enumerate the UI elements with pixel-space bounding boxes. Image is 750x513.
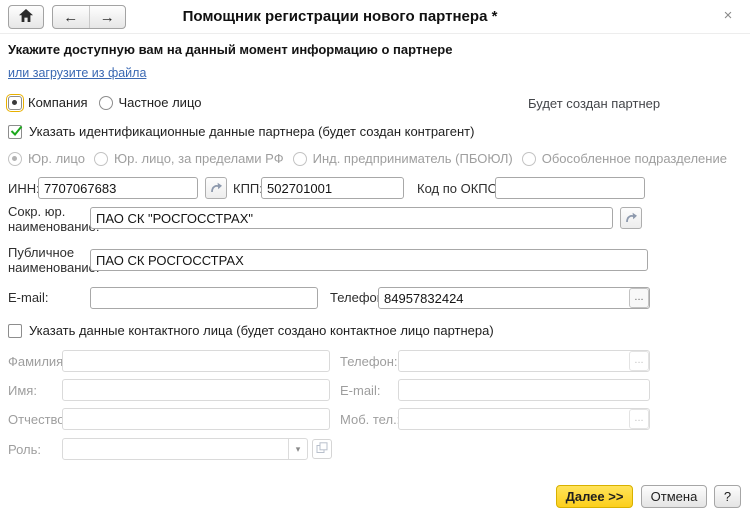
inn-input[interactable] xyxy=(38,177,198,199)
close-icon: × xyxy=(724,7,733,24)
public-name-input[interactable] xyxy=(90,249,648,271)
will-create-partner-note: Будет создан партнер xyxy=(528,96,660,111)
role-open-list-button xyxy=(312,439,332,459)
contact-email-input xyxy=(398,379,650,401)
phone-input[interactable] xyxy=(378,287,650,309)
radio-legal-entity-label: Юр. лицо xyxy=(28,151,85,166)
okpo-label: Код по ОКПО: xyxy=(417,181,501,196)
checkbox-identification-data[interactable]: Указать идентификационные данные партнер… xyxy=(8,124,474,139)
radio-company[interactable]: Компания xyxy=(8,95,88,110)
radio-separate-division: Обособленное подразделение xyxy=(522,151,727,166)
ellipsis-icon: ... xyxy=(634,412,643,424)
ellipsis-icon: ... xyxy=(634,291,643,303)
first-name-input xyxy=(62,379,330,401)
kpp-label: КПП: xyxy=(233,181,263,196)
public-name-label: Публичное наименование: xyxy=(8,246,88,276)
radio-unselected-icon xyxy=(94,152,108,166)
radio-company-label: Компания xyxy=(28,95,88,110)
radio-unselected-icon xyxy=(293,152,307,166)
fill-by-inn-button[interactable] xyxy=(205,177,227,199)
fill-arrow-icon xyxy=(624,210,638,227)
chevron-down-icon: ▾ xyxy=(288,439,307,459)
radio-unselected-icon xyxy=(99,96,113,110)
mobile-phone-input xyxy=(398,408,650,430)
entity-type-radio-group: Юр. лицо Юр. лицо, за пределами РФ Инд. … xyxy=(8,151,727,166)
radio-legal-entity: Юр. лицо xyxy=(8,151,85,166)
mobile-phone-more-button: ... xyxy=(629,409,649,429)
radio-selected-icon xyxy=(8,96,22,110)
role-field-wrap: ▾ xyxy=(62,438,308,460)
checkbox-contact-person[interactable]: Указать данные контактного лица (будет с… xyxy=(8,323,494,338)
radio-entrepreneur-label: Инд. предприниматель (ПБОЮЛ) xyxy=(313,151,513,166)
radio-legal-foreign-label: Юр. лицо, за пределами РФ xyxy=(114,151,284,166)
help-button[interactable]: ? xyxy=(714,485,741,508)
radio-private-person[interactable]: Частное лицо xyxy=(99,95,202,110)
inn-label: ИНН: xyxy=(8,181,40,196)
last-name-input xyxy=(62,350,330,372)
radio-separate-division-label: Обособленное подразделение xyxy=(542,151,727,166)
fill-arrow-icon xyxy=(209,180,223,197)
checkbox-identification-label: Указать идентификационные данные партнер… xyxy=(29,124,474,139)
contact-email-label: E-mail: xyxy=(340,383,380,398)
checkbox-unchecked-icon xyxy=(8,324,22,338)
mobile-phone-label: Моб. тел.: xyxy=(340,412,400,427)
contact-phone-field-wrap: ... xyxy=(398,350,650,372)
role-input xyxy=(62,438,308,460)
email-input[interactable] xyxy=(90,287,318,309)
ellipsis-icon: ... xyxy=(634,354,643,366)
radio-private-person-label: Частное лицо xyxy=(119,95,202,110)
contact-phone-input xyxy=(398,350,650,372)
close-button[interactable]: × xyxy=(716,5,740,25)
header-divider xyxy=(0,33,750,34)
last-name-label: Фамилия: xyxy=(8,354,67,369)
contact-phone-more-button: ... xyxy=(629,351,649,371)
partner-type-radio-group: Компания Частное лицо xyxy=(8,95,201,110)
next-button[interactable]: Далее >> xyxy=(556,485,633,508)
contact-phone-label: Телефон: xyxy=(340,354,398,369)
radio-unselected-icon xyxy=(522,152,536,166)
short-legal-name-label: Сокр. юр. наименование: xyxy=(8,205,88,235)
middle-name-label: Отчество: xyxy=(8,412,68,427)
short-legal-name-input[interactable] xyxy=(90,207,613,229)
fill-name-button[interactable] xyxy=(620,207,642,229)
phone-field-wrap: ... xyxy=(378,287,650,309)
radio-legal-foreign: Юр. лицо, за пределами РФ xyxy=(94,151,284,166)
page-title: Помощник регистрации нового партнера * xyxy=(0,8,680,25)
radio-selected-icon xyxy=(8,152,22,166)
phone-more-button[interactable]: ... xyxy=(629,288,649,308)
instruction-text: Укажите доступную вам на данный момент и… xyxy=(8,42,452,57)
mobile-phone-field-wrap: ... xyxy=(398,408,650,430)
cancel-button[interactable]: Отмена xyxy=(641,485,707,508)
open-list-icon xyxy=(316,442,328,457)
load-from-file-link[interactable]: или загрузите из файла xyxy=(8,66,146,80)
middle-name-input xyxy=(62,408,330,430)
role-label: Роль: xyxy=(8,442,41,457)
checkbox-contact-person-label: Указать данные контактного лица (будет с… xyxy=(29,323,494,338)
partner-registration-window: ← → Помощник регистрации нового партнера… xyxy=(0,0,750,513)
radio-entrepreneur: Инд. предприниматель (ПБОЮЛ) xyxy=(293,151,513,166)
checkbox-checked-icon xyxy=(8,125,22,139)
first-name-label: Имя: xyxy=(8,383,37,398)
kpp-input[interactable] xyxy=(261,177,404,199)
email-label: E-mail: xyxy=(8,290,48,305)
okpo-input[interactable] xyxy=(495,177,645,199)
